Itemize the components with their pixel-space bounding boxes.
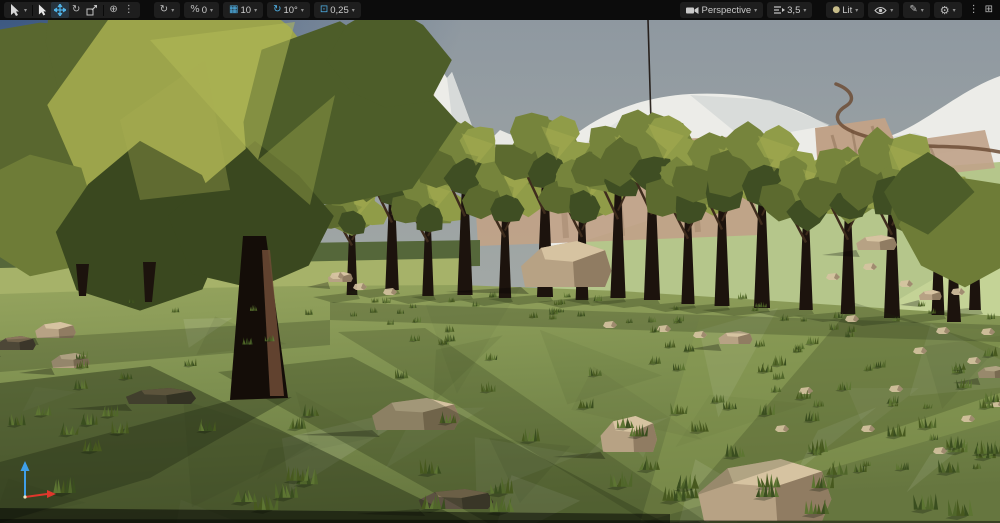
camera-speed-button[interactable]: 3,5 ▾ (770, 2, 809, 18)
rotation-snap-value: 10° (283, 4, 298, 16)
viewport-toolbar: ▾ ↻ ⊕ ⋮ ↻ ▾ % 0 ▾ ▦ 10 ▾ ↻ 10° ▾ ⊡ 0,25 … (0, 0, 1000, 20)
rotation-snap-icon: ↻ (273, 4, 282, 15)
chevron-down-icon: ▾ (890, 6, 894, 14)
rotation-snapping-group: ↻ 10° ▾ (267, 2, 310, 18)
surface-snap-icon: ↻ (159, 4, 169, 15)
angle-snap-value: 0 (201, 4, 208, 16)
viewport-3d-scene[interactable] (0, 0, 1000, 523)
chevron-down-icon: ▾ (351, 6, 355, 14)
viewport-settings-dropdown[interactable]: ⚙ ▾ (937, 2, 959, 18)
angle-snap-button[interactable]: % 0 ▾ (187, 2, 216, 18)
chevron-down-icon: ▾ (754, 6, 758, 14)
surface-snapping-group: ↻ ▾ (153, 2, 181, 18)
chevron-down-icon: ▾ (855, 6, 859, 14)
rotation-snap-button[interactable]: ↻ 10° ▾ (270, 2, 307, 18)
camera-icon (686, 6, 699, 14)
chevron-down-icon: ▾ (24, 6, 28, 14)
transform-tools-group: ▾ ↻ ⊕ ⋮ (4, 2, 140, 18)
chevron-down-icon: ▾ (254, 6, 258, 14)
vertical-dots-icon: ⋮ (123, 4, 134, 15)
toolbar-separator (32, 4, 34, 16)
camera-speed-value: 3,5 (787, 4, 801, 16)
show-flags-group: ▾ (868, 2, 900, 18)
scale-snapping-group: ⊡ 0,25 ▾ (313, 2, 361, 18)
grid-snap-icon: ▦ (229, 4, 239, 15)
coordinate-system-button[interactable]: ⊕ (106, 2, 120, 18)
camera-speed-group: 3,5 ▾ (767, 2, 813, 18)
scale-tool-icon (86, 5, 98, 16)
lit-sphere-icon: ● (832, 4, 841, 15)
view-mode-dropdown[interactable]: ● Lit ▾ (829, 2, 861, 18)
move-tool-button[interactable] (51, 2, 70, 18)
viewport-layout-button[interactable]: ⊞ (982, 2, 996, 18)
rotate-tool-icon: ↻ (72, 4, 81, 15)
unreal-editor-viewport: ▾ ↻ ⊕ ⋮ ↻ ▾ % 0 ▾ ▦ 10 ▾ ↻ 10° ▾ ⊡ 0,25 … (0, 0, 1000, 523)
projection-label: Perspective (701, 4, 752, 16)
chevron-down-icon: ▾ (920, 6, 924, 14)
perspective-dropdown[interactable]: Perspective ▾ (683, 2, 760, 18)
camera-speed-icon (774, 6, 786, 14)
scale-snap-button[interactable]: ⊡ 0,25 ▾ (317, 2, 358, 18)
camera-projection-group: Perspective ▾ (680, 2, 764, 18)
gear-icon: ⚙ (939, 3, 950, 17)
grid-snap-button[interactable]: ▦ 10 ▾ (226, 2, 260, 18)
transform-more-options-button[interactable]: ⋮ (121, 2, 137, 18)
grid-snapping-group: ▦ 10 ▾ (223, 2, 264, 18)
edit-tools-group: ✎ ▾ (903, 2, 930, 18)
select-tool-button[interactable] (35, 2, 51, 18)
quad-layout-icon: ⊞ (984, 4, 993, 15)
grid-snap-value: 10 (240, 4, 252, 16)
toolbar-separator (103, 4, 105, 16)
selection-mode-dropdown[interactable]: ▾ (7, 2, 30, 18)
angle-snap-icon: % (190, 4, 200, 15)
view-mode-label: Lit (842, 4, 853, 16)
surface-snapping-button[interactable]: ↻ ▾ (157, 2, 177, 18)
edit-tools-dropdown[interactable]: ✎ ▾ (906, 2, 926, 18)
chevron-down-icon: ▾ (300, 6, 304, 14)
viewport-settings-group: ⚙ ▾ (933, 2, 962, 18)
move-tool-icon (54, 4, 67, 16)
chevron-down-icon: ▾ (803, 6, 807, 14)
view-mode-group: ● Lit ▾ (826, 2, 865, 18)
chevron-down-icon: ▾ (171, 6, 175, 14)
chevron-down-icon: ▾ (952, 6, 956, 14)
scale-snap-icon: ⊡ (319, 4, 329, 15)
show-flags-dropdown[interactable]: ▾ (871, 2, 896, 18)
scale-tool-button[interactable] (83, 2, 101, 18)
eye-icon (874, 6, 887, 14)
chevron-down-icon: ▾ (210, 6, 214, 14)
viewport-more-options-button[interactable]: ⋮ (966, 2, 982, 18)
cursor-mode-icon (11, 4, 19, 16)
scale-snap-value: 0,25 (330, 4, 349, 16)
vertical-dots-icon: ⋮ (968, 4, 979, 15)
pen-icon: ✎ (909, 4, 918, 15)
angle-snapping-group: % 0 ▾ (184, 2, 220, 18)
rotate-tool-button[interactable]: ↻ (69, 2, 83, 18)
globe-icon: ⊕ (109, 4, 118, 15)
select-arrow-icon (38, 4, 47, 16)
